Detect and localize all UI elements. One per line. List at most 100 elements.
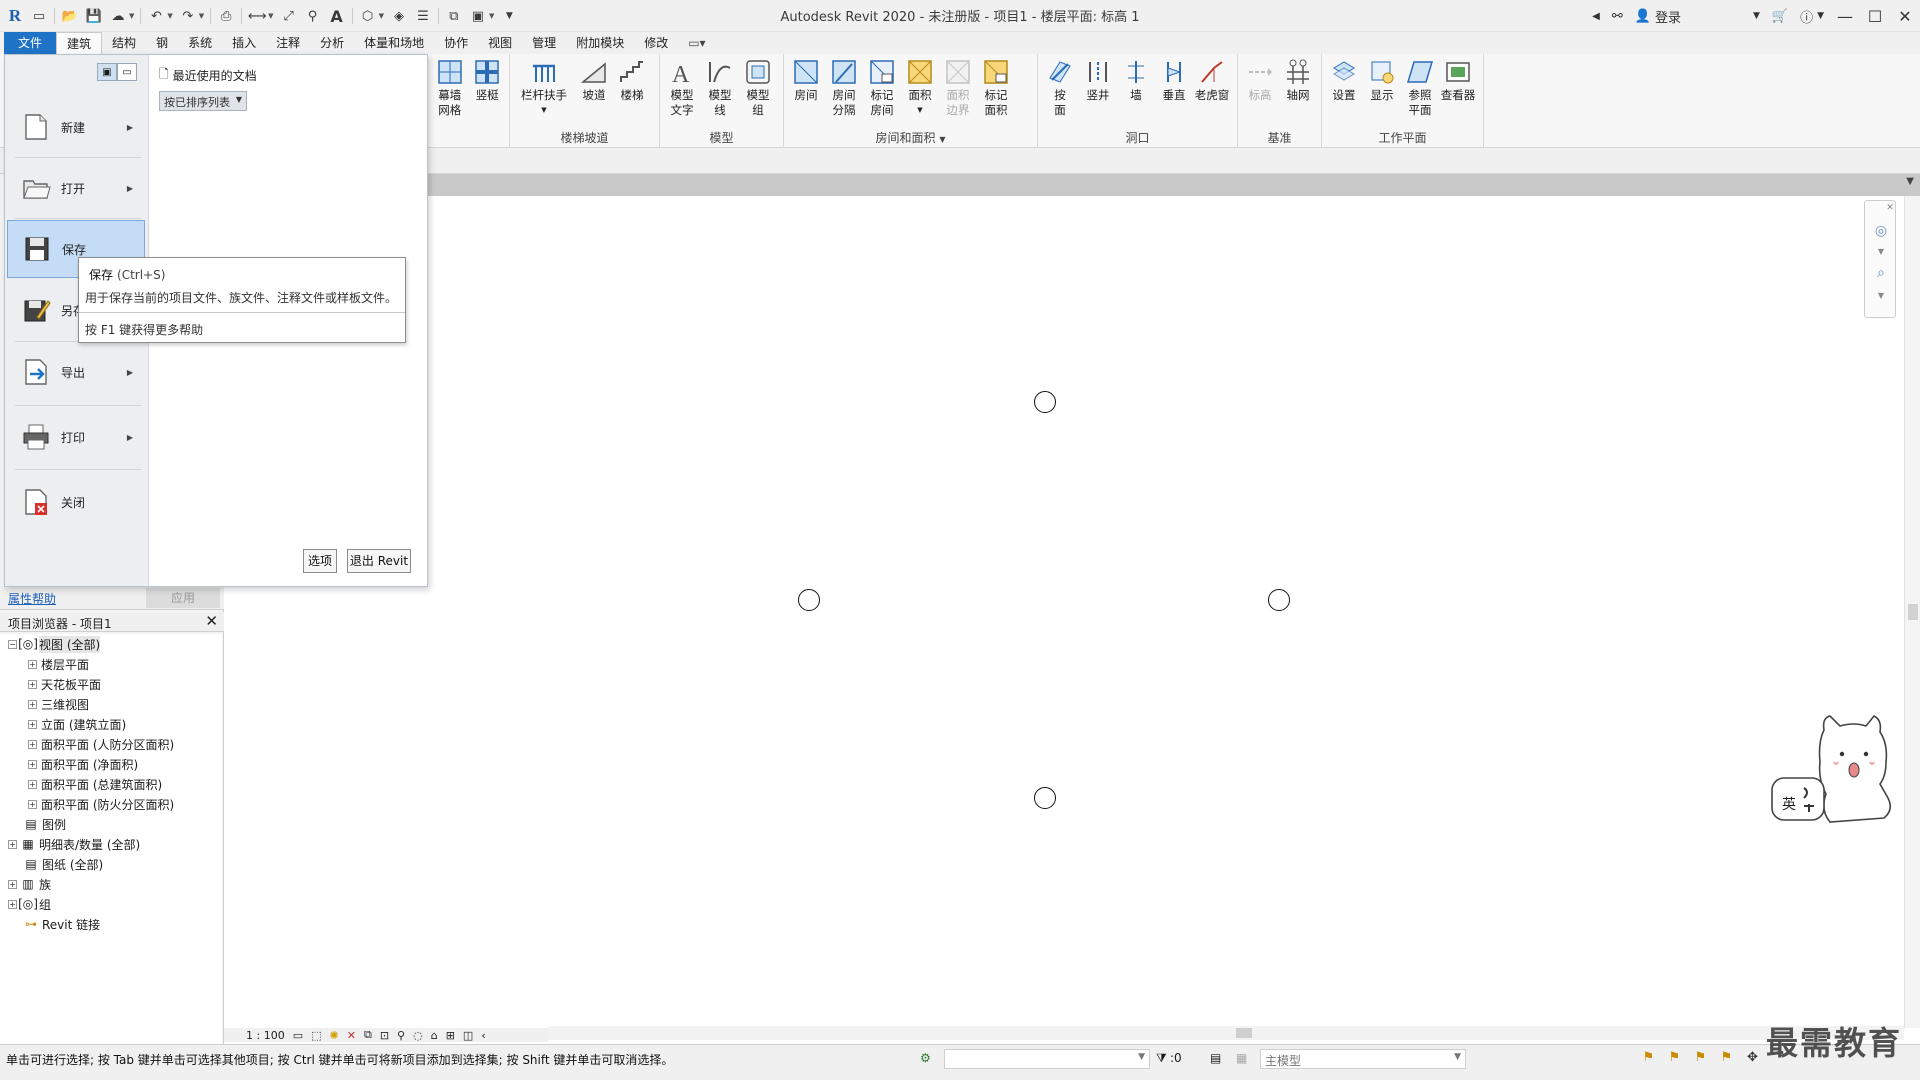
tab-systems[interactable]: 系统 (178, 32, 222, 54)
switch-windows-icon[interactable]: ▣ (469, 7, 487, 25)
design-options-icon[interactable]: ▦ (1236, 1051, 1247, 1065)
chevron-down-icon[interactable]: ▼ (917, 103, 922, 118)
ime-cat-sticker[interactable]: 英 (1770, 714, 1902, 838)
visual-style-icon[interactable]: ⬚ (311, 1029, 321, 1042)
tree-toggle[interactable]: + (8, 899, 17, 909)
select-underlay-icon[interactable]: ⚑ (1666, 1049, 1683, 1066)
tab-analyze[interactable]: 分析 (310, 32, 354, 54)
tree-node-views[interactable]: − [◎] 视图 (全部) (8, 634, 101, 654)
undo-icon[interactable]: ↶ (147, 7, 165, 25)
tab-view[interactable]: 视图 (478, 32, 522, 54)
tree-toggle[interactable]: + (28, 759, 37, 769)
tab-add-ins[interactable]: 附加模块 (566, 32, 634, 54)
temporary-hide-icon[interactable]: ⚲ (397, 1029, 405, 1042)
tree-node-3d-views[interactable]: + 三维视图 (28, 694, 89, 714)
cart-icon[interactable]: 🛒 (1766, 9, 1794, 24)
curtain-grid-button[interactable]: 幕墙 网格 (431, 58, 469, 148)
view-scale[interactable]: 1 : 100 (246, 1029, 285, 1042)
drawing-canvas[interactable] (224, 196, 1904, 1028)
workset-select[interactable]: ▼ (944, 1049, 1150, 1069)
constraints-icon[interactable]: ◫ (463, 1029, 473, 1042)
vertical-scrollbar[interactable] (1904, 196, 1920, 1028)
select-links-icon[interactable]: ⚑ (1640, 1049, 1657, 1066)
grid-bubble-left[interactable] (798, 589, 820, 611)
reveal-hidden-icon[interactable]: ◌ (413, 1029, 423, 1042)
chevron-down-icon[interactable]: ▼ (379, 12, 384, 20)
dimension-icon[interactable]: ⤢ (280, 7, 298, 25)
tab-modify[interactable]: 修改 (634, 32, 678, 54)
analytical-icon[interactable]: ⊞ (446, 1029, 455, 1042)
tree-node-revit-links[interactable]: ⊶ Revit 链接 (24, 914, 100, 934)
apply-button[interactable]: 应用 (146, 588, 220, 608)
properties-help-link[interactable]: 属性帮助 (8, 590, 56, 607)
close-icon[interactable]: ✕ (205, 612, 218, 630)
tree-toggle[interactable]: + (28, 739, 37, 749)
editable-only-icon[interactable]: ▤ (1210, 1051, 1221, 1065)
chevron-down-icon[interactable]: ▼ (199, 12, 204, 20)
workset-icon[interactable]: ⚙ (920, 1051, 931, 1065)
mullion-button[interactable]: 竖梃 (469, 58, 507, 148)
tree-node-area-plan-fire[interactable]: + 面积平面 (防火分区面积) (28, 794, 174, 814)
tag-icon[interactable]: ⚲ (304, 7, 322, 25)
chevron-down-icon[interactable]: ▼ (1747, 11, 1766, 21)
exit-revit-button[interactable]: 退出 Revit (347, 549, 411, 573)
crop-icon[interactable]: ⊡ (380, 1029, 389, 1042)
tab-collaborate[interactable]: 协作 (434, 32, 478, 54)
open-menu-item[interactable]: 打开 ▶ (7, 159, 145, 217)
tree-node-ceiling-plans[interactable]: + 天花板平面 (28, 674, 101, 694)
default-3d-view-icon[interactable]: ⬡ (359, 7, 377, 25)
ribbon-minimize-toggle[interactable]: ▭▾ (678, 32, 715, 54)
tree-node-groups[interactable]: + [◎] 组 (8, 894, 51, 914)
tab-annotate[interactable]: 注释 (266, 32, 310, 54)
grid-bubble-top[interactable] (1034, 391, 1056, 413)
export-menu-item[interactable]: 导出 ▶ (7, 343, 145, 401)
tree-node-area-plan-civil-defense[interactable]: + 面积平面 (人防分区面积) (28, 734, 174, 754)
print-icon[interactable]: ⎙ (217, 7, 235, 25)
binoculars-icon[interactable]: ⚯ (1606, 9, 1629, 24)
panel-label[interactable]: 房间和面积 ▼ (784, 129, 1037, 146)
render-icon[interactable]: ⧉ (364, 1028, 372, 1042)
chevron-down-icon[interactable]: ▼ (167, 12, 172, 20)
home-icon[interactable]: ▭ (30, 7, 48, 25)
text-icon[interactable]: A (328, 7, 346, 26)
tree-toggle[interactable]: + (28, 719, 37, 729)
help-icon[interactable]: ⓘ ▼ (1794, 7, 1830, 26)
filter-icon[interactable]: ⧩ (1156, 1051, 1167, 1066)
chevron-down-icon[interactable]: ▼ (489, 12, 494, 20)
print-menu-item[interactable]: 打印 ▶ (7, 408, 145, 466)
tree-node-area-plan-gross[interactable]: + 面积平面 (总建筑面积) (28, 774, 162, 794)
sort-order-select[interactable]: 按已排序列表 ▼ (159, 91, 247, 111)
new-menu-item[interactable]: 新建 ▶ (7, 98, 145, 156)
tree-node-schedules[interactable]: + ▦ 明细表/数量 (全部) (8, 834, 140, 854)
tree-toggle[interactable]: + (28, 679, 37, 689)
tree-node-floor-plans[interactable]: + 楼层平面 (28, 654, 89, 674)
detail-level-icon[interactable]: ▭ (293, 1029, 303, 1042)
sync-icon[interactable]: ☁ (109, 7, 127, 25)
tree-node-elevations[interactable]: + 立面 (建筑立面) (28, 714, 126, 734)
tab-architecture[interactable]: 建筑 (56, 32, 103, 54)
tab-insert[interactable]: 插入 (222, 32, 266, 54)
scroll-thumb[interactable] (1908, 604, 1918, 620)
sign-in-button[interactable]: 👤 登录 (1629, 7, 1687, 26)
chevron-left-icon[interactable]: ‹ (481, 1029, 485, 1042)
open-documents-toggle-icon[interactable]: ▣ (97, 63, 117, 81)
redo-icon[interactable]: ↷ (179, 7, 197, 25)
close-icon[interactable]: ✕ (1885, 203, 1895, 213)
chevron-down-icon[interactable]: ▼ (129, 12, 134, 20)
revit-logo-icon[interactable]: R (6, 6, 24, 25)
tree-node-families[interactable]: + ▥ 族 (8, 874, 51, 894)
chevron-down-icon[interactable]: ▼ (1906, 176, 1914, 187)
scroll-thumb[interactable] (1236, 1028, 1252, 1038)
drag-on-selection-icon[interactable]: ✥ (1744, 1049, 1761, 1066)
recent-documents-toggle-icon[interactable]: ▭ (117, 63, 137, 81)
close-menu-item[interactable]: 关闭 (7, 473, 145, 531)
customize-qat-icon[interactable]: ▼ (500, 7, 518, 25)
chevron-down-icon[interactable]: ▼ (1871, 285, 1891, 305)
tree-toggle[interactable]: + (8, 839, 17, 849)
tab-manage[interactable]: 管理 (522, 32, 566, 54)
tree-node-area-plan-net[interactable]: + 面积平面 (净面积) (28, 754, 138, 774)
tree-toggle[interactable]: + (8, 879, 17, 889)
active-model-select[interactable]: 主模型 ▼ (1260, 1049, 1466, 1069)
zoom-icon[interactable]: ⌕ (1871, 263, 1891, 283)
options-button[interactable]: 选项 (303, 549, 337, 573)
